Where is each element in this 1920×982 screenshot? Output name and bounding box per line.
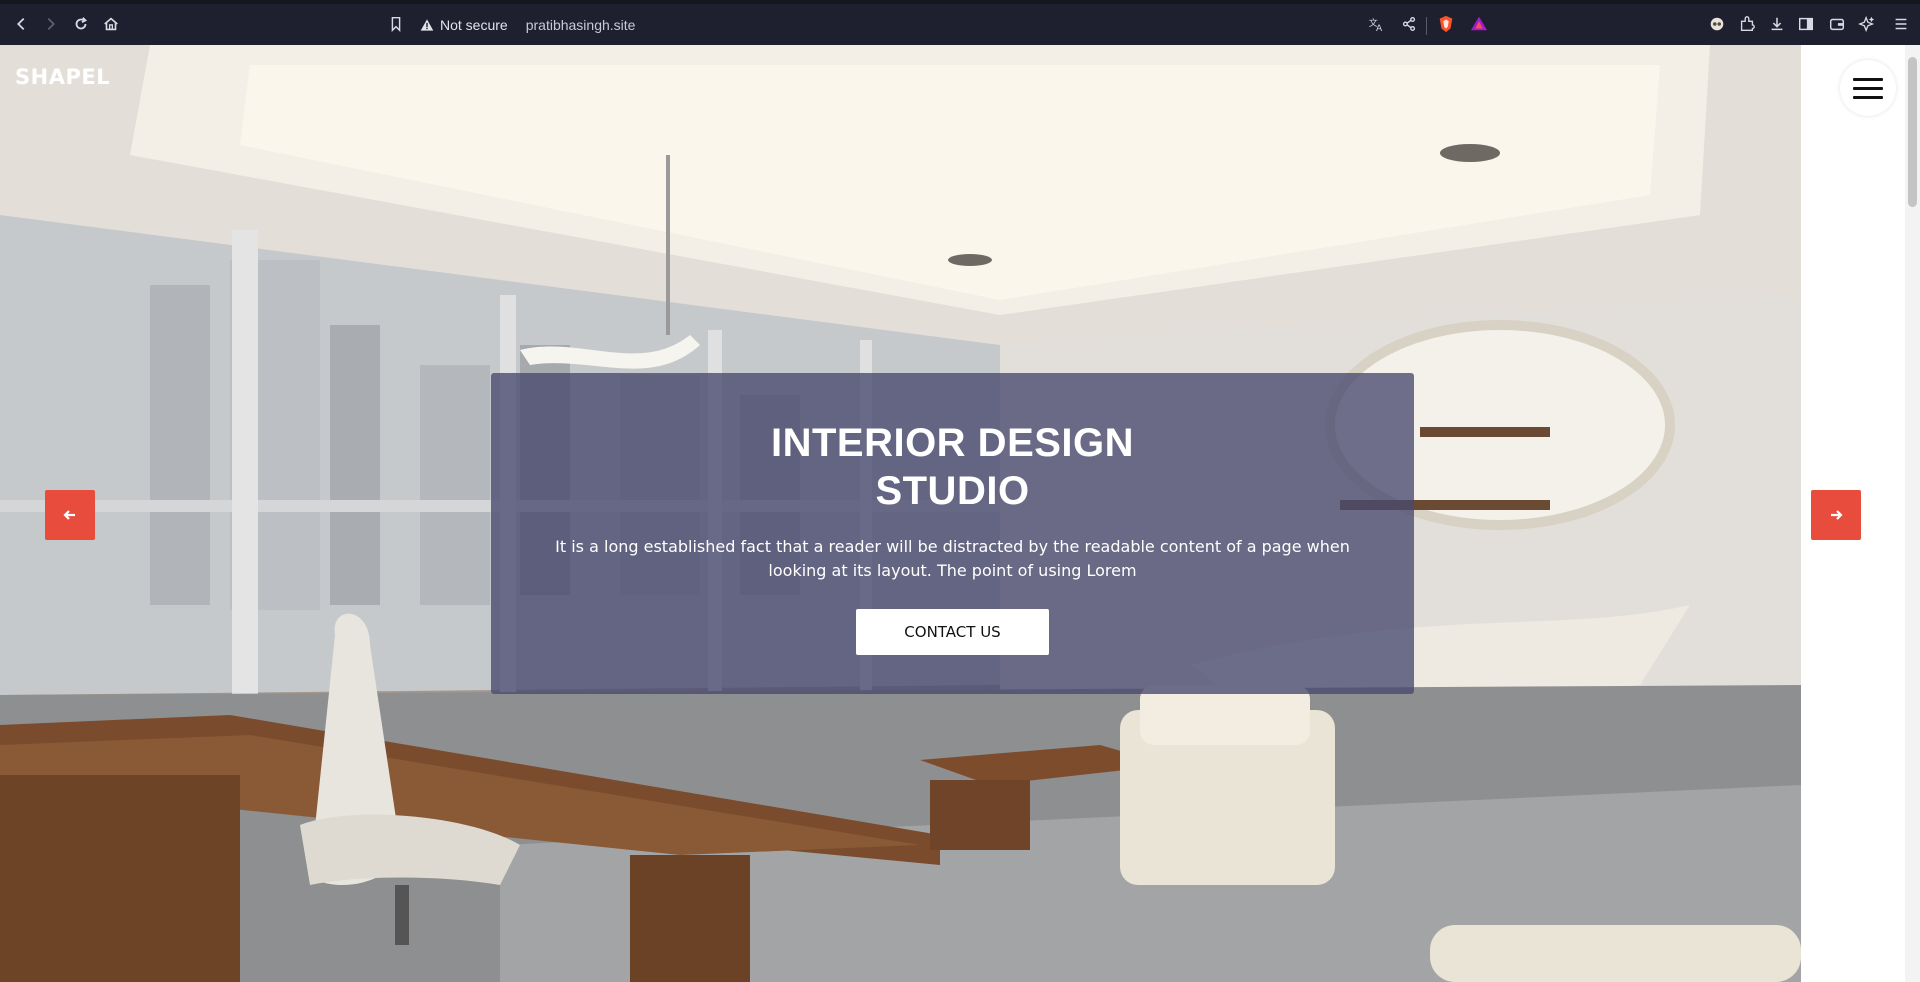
hero-caption-box: INTERIOR DESIGN STUDIO It is a long esta…: [491, 373, 1414, 694]
hamburger-menu-button[interactable]: [1840, 60, 1896, 116]
hero-description: It is a long established fact that a rea…: [555, 537, 1350, 580]
hero-title: INTERIOR DESIGN STUDIO: [491, 419, 1414, 515]
brave-shields-icon[interactable]: [1436, 14, 1456, 34]
translate-icon[interactable]: 文A: [1366, 14, 1386, 34]
menu-icon[interactable]: [1891, 14, 1911, 34]
extensions-icon[interactable]: [1737, 14, 1757, 34]
hamburger-line: [1853, 86, 1883, 90]
share-icon[interactable]: [1399, 14, 1419, 34]
forward-icon[interactable]: [41, 14, 61, 34]
page-viewport: SHAPEL INTERIOR DESIGN STUDIO It is a lo…: [0, 45, 1920, 982]
sidebar-icon[interactable]: [1796, 14, 1816, 34]
address-bar[interactable]: Not secure pratibhasingh.site: [420, 12, 635, 38]
hamburger-line: [1853, 95, 1883, 99]
wallet-icon[interactable]: [1827, 14, 1847, 34]
warning-icon: [420, 19, 434, 31]
slider-next-button[interactable]: [1811, 490, 1861, 540]
contact-us-button[interactable]: CONTACT US: [856, 609, 1049, 655]
arrow-right-icon: [1831, 510, 1843, 520]
security-indicator[interactable]: Not secure: [420, 17, 508, 33]
toolbar-divider: [1426, 17, 1427, 35]
page-scrollbar-thumb[interactable]: [1908, 57, 1917, 207]
download-icon[interactable]: [1767, 14, 1787, 34]
arrow-left-icon: [63, 510, 75, 520]
hero-title-line2: STUDIO: [875, 469, 1030, 513]
vpn-icon[interactable]: [1707, 14, 1727, 34]
browser-toolbar: Not secure pratibhasingh.site 文A: [0, 0, 1920, 45]
leo-ai-icon[interactable]: [1857, 14, 1877, 34]
security-label: Not secure: [440, 17, 508, 33]
hamburger-line: [1853, 77, 1883, 81]
home-icon[interactable]: [101, 14, 121, 34]
slider-prev-button[interactable]: [45, 490, 95, 540]
reload-icon[interactable]: [71, 14, 91, 34]
brave-rewards-icon[interactable]: [1469, 14, 1489, 34]
hero-title-line1: INTERIOR DESIGN: [770, 421, 1135, 465]
url-text: pratibhasingh.site: [525, 17, 636, 33]
back-icon[interactable]: [11, 14, 31, 34]
site-logo[interactable]: SHAPEL: [15, 65, 110, 89]
hero-slider: SHAPEL INTERIOR DESIGN STUDIO It is a lo…: [0, 45, 1801, 982]
svg-text:A: A: [1376, 24, 1383, 33]
bookmark-icon[interactable]: [386, 14, 406, 34]
